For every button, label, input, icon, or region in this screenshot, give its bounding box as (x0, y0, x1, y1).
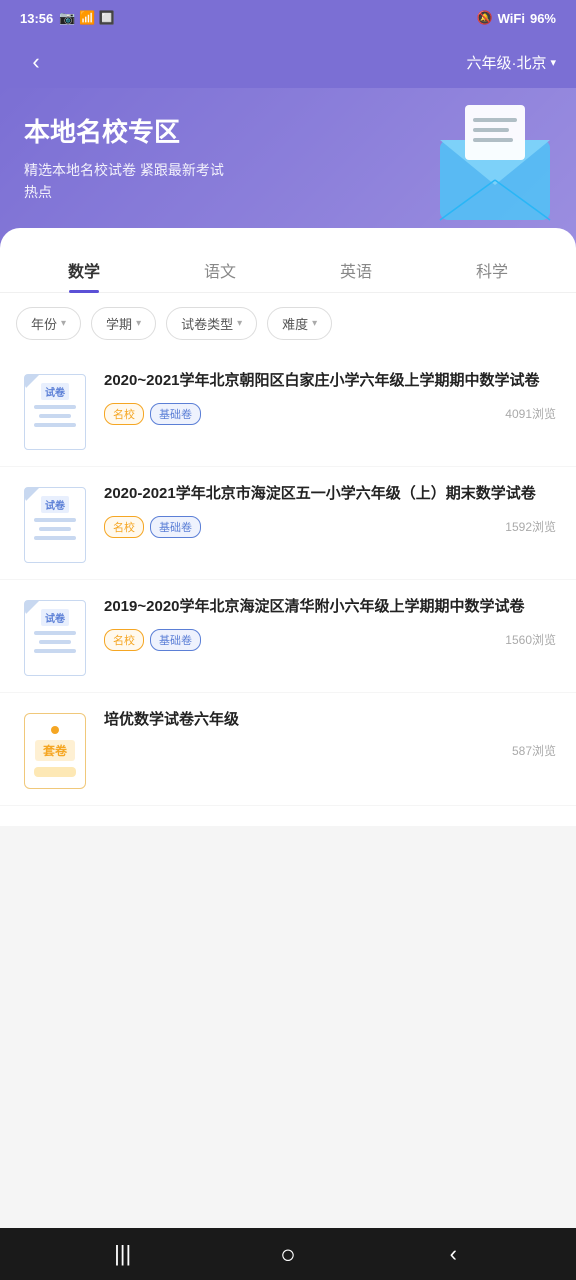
back-icon: ‹ (450, 1241, 457, 1267)
tab-chinese[interactable]: 语文 (152, 248, 288, 292)
header: ‹ 六年级·北京 ▾ (0, 36, 576, 88)
main-content: 数学 语文 英语 科学 年份 ▾ 学期 ▾ 试卷类型 ▾ 难度 ▾ (0, 228, 576, 826)
tag-jichu: 基础卷 (150, 516, 201, 538)
tab-science[interactable]: 科学 (424, 248, 560, 292)
item-content: 2020-2021学年北京市海淀区五一小学六年级（上）期末数学试卷 名校 基础卷… (104, 483, 556, 538)
tag-jichu: 基础卷 (150, 403, 201, 425)
suite-thumbnail: 套卷 (20, 709, 90, 789)
back-nav-button[interactable]: ‹ (423, 1228, 483, 1280)
item-tags: 名校 基础卷 1560浏览 (104, 629, 556, 651)
filter-year[interactable]: 年份 ▾ (16, 307, 81, 340)
filter-row: 年份 ▾ 学期 ▾ 试卷类型 ▾ 难度 ▾ (0, 293, 576, 354)
view-count: 4091浏览 (505, 405, 556, 422)
item-tags: 名校 基础卷 1592浏览 (104, 516, 556, 538)
status-time: 13:56 📷 📶 🔲 (20, 10, 115, 26)
tab-english[interactable]: 英语 (288, 248, 424, 292)
battery-label: 96% (530, 11, 556, 26)
tab-math[interactable]: 数学 (16, 248, 152, 292)
view-count: 1592浏览 (505, 518, 556, 535)
item-content: 2019~2020学年北京海淀区清华附小六年级上学期期中数学试卷 名校 基础卷 … (104, 596, 556, 651)
item-title: 培优数学试卷六年级 (104, 709, 556, 732)
list-item[interactable]: 套卷 培优数学试卷六年级 587浏览 (0, 693, 576, 806)
item-title: 2020~2021学年北京朝阳区白家庄小学六年级上学期期中数学试卷 (104, 370, 556, 393)
menu-button[interactable]: ||| (93, 1228, 153, 1280)
filter-difficulty[interactable]: 难度 ▾ (267, 307, 332, 340)
notification-icons: 📷 📶 🔲 (59, 10, 115, 26)
time-label: 13:56 (20, 11, 53, 26)
list-item[interactable]: 试卷 2020~2021学年北京朝阳区白家庄小学六年级上学期期中数学试卷 名校 … (0, 354, 576, 467)
doc-thumbnail: 试卷 (20, 370, 90, 450)
chevron-down-icon: ▾ (550, 56, 556, 69)
item-content: 2020~2021学年北京朝阳区白家庄小学六年级上学期期中数学试卷 名校 基础卷… (104, 370, 556, 425)
home-button[interactable]: ○ (258, 1228, 318, 1280)
item-tags: 587浏览 (104, 742, 556, 759)
suite-dot (51, 726, 59, 734)
list-item[interactable]: 试卷 2019~2020学年北京海淀区清华附小六年级上学期期中数学试卷 名校 基… (0, 580, 576, 693)
location-label: 六年级·北京 (466, 52, 546, 73)
location-selector[interactable]: 六年级·北京 ▾ (466, 52, 556, 73)
status-right: 🔕 WiFi 96% (476, 10, 556, 26)
tag-mingxiao: 名校 (104, 403, 144, 425)
tag-jichu: 基础卷 (150, 629, 201, 651)
home-icon: ○ (280, 1239, 296, 1270)
bottom-nav: ||| ○ ‹ (0, 1228, 576, 1280)
subject-tabs: 数学 语文 英语 科学 (0, 228, 576, 293)
menu-icon: ||| (114, 1241, 131, 1267)
banner-illustration (430, 100, 560, 235)
chevron-down-icon: ▾ (237, 318, 242, 329)
filter-semester[interactable]: 学期 ▾ (91, 307, 156, 340)
list-item[interactable]: 试卷 2020-2021学年北京市海淀区五一小学六年级（上）期末数学试卷 名校 … (0, 467, 576, 580)
chevron-down-icon: ▾ (136, 318, 141, 329)
item-title: 2020-2021学年北京市海淀区五一小学六年级（上）期末数学试卷 (104, 483, 556, 506)
view-count: 1560浏览 (505, 631, 556, 648)
status-bar: 13:56 📷 📶 🔲 🔕 WiFi 96% (0, 0, 576, 36)
wifi-signal: WiFi (498, 11, 525, 26)
doc-thumbnail: 试卷 (20, 596, 90, 676)
doc-thumbnail: 试卷 (20, 483, 90, 563)
signal-icon: 🔕 (476, 10, 492, 26)
filter-type[interactable]: 试卷类型 ▾ (166, 307, 257, 340)
chevron-down-icon: ▾ (312, 318, 317, 329)
item-content: 培优数学试卷六年级 587浏览 (104, 709, 556, 759)
back-button[interactable]: ‹ (20, 46, 52, 78)
item-title: 2019~2020学年北京海淀区清华附小六年级上学期期中数学试卷 (104, 596, 556, 619)
chevron-down-icon: ▾ (61, 318, 66, 329)
banner: 本地名校专区 精选本地名校试卷 紧跟最新考试热点 (0, 88, 576, 248)
suite-bar (34, 767, 76, 777)
tag-mingxiao: 名校 (104, 516, 144, 538)
view-count: 587浏览 (512, 742, 556, 759)
item-tags: 名校 基础卷 4091浏览 (104, 403, 556, 425)
tag-mingxiao: 名校 (104, 629, 144, 651)
